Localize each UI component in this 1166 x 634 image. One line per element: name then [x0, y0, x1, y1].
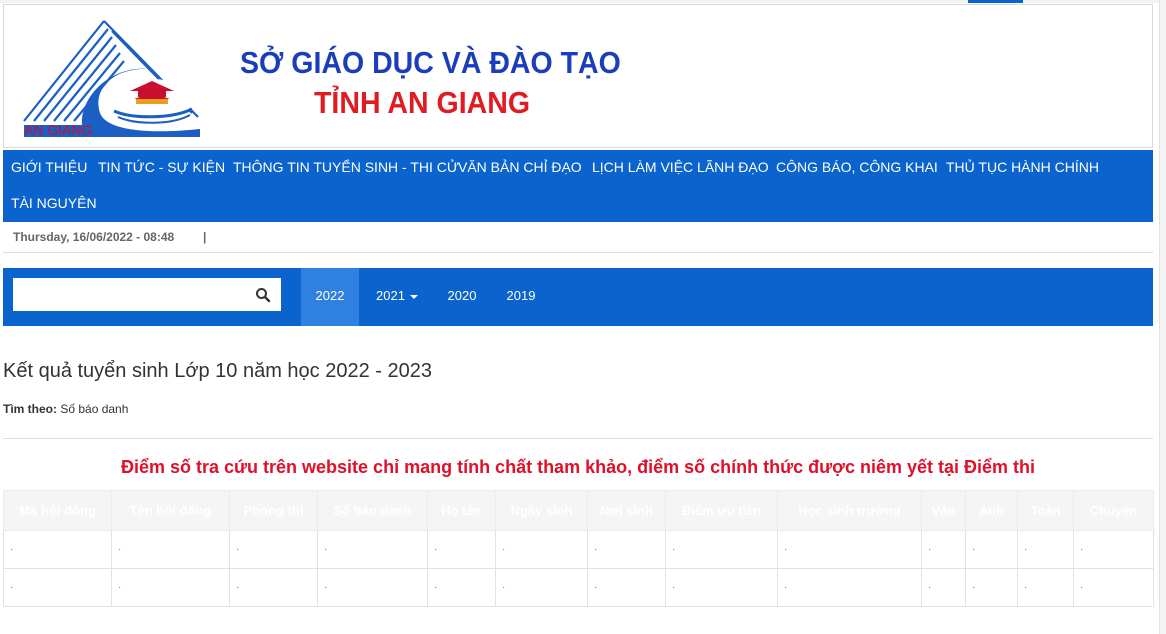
tab-year-2020[interactable]: 2020 — [435, 268, 489, 326]
search-bar: 2022 2021 2020 2019 — [3, 268, 1153, 326]
nav-item-cong-bao[interactable]: CÔNG BÁO, CÔNG KHAI — [776, 159, 938, 175]
table-cell: · — [229, 568, 318, 607]
table-cell: · — [1073, 530, 1154, 569]
col-ten-hoi-dong: Tên hội đồng — [111, 490, 230, 531]
table-cell: · — [427, 530, 496, 569]
table-cell: · — [111, 530, 230, 569]
table-cell: · — [1017, 530, 1074, 569]
an-giang-logo[interactable]: AN GIANG — [22, 17, 204, 141]
table-cell: · — [111, 568, 230, 607]
table-cell: · — [317, 568, 428, 607]
col-ma-hoi-dong: Mã hội đồng — [3, 490, 112, 531]
table-cell: · — [317, 530, 428, 569]
col-ho-ten: Họ tên — [427, 490, 496, 531]
tab-year-2020-label: 2020 — [447, 288, 477, 303]
results-table: Mã hội đồng Tên hội đồng Phòng thi Số bá… — [3, 490, 1154, 607]
nav-item-gioi-thieu[interactable]: GIỚI THIỆU — [11, 159, 87, 175]
table-cell: · — [921, 530, 966, 569]
col-hoc-sinh-truong: Học sinh trường — [777, 490, 922, 531]
table-row: · · · · · · · · · · · · · — [3, 568, 1154, 607]
table-row: · · · · · · · · · · · · · — [3, 530, 1154, 569]
search-input[interactable] — [13, 278, 243, 311]
table-cell: · — [1017, 568, 1074, 607]
tab-year-2021-dropdown[interactable]: 2021 — [361, 268, 433, 326]
table-cell: · — [587, 568, 666, 607]
tab-year-2019[interactable]: 2019 — [493, 268, 549, 326]
col-diem-uu-tien: Điểm ưu tiên — [665, 490, 778, 531]
scrollbar[interactable] — [1159, 0, 1166, 634]
table-cell: · — [777, 568, 922, 607]
col-van: Văn — [921, 490, 966, 531]
banner-title-line2: TỈNH AN GIANG — [314, 85, 531, 120]
search-by: Tìm theo: Số báo danh — [3, 402, 128, 416]
tab-year-2021-label: 2021 — [376, 288, 405, 303]
search-by-value: Số báo danh — [60, 402, 129, 416]
nav-item-tuyen-sinh[interactable]: THÔNG TIN TUYỂN SINH - THI CỬ — [233, 159, 459, 175]
nav-item-van-ban[interactable]: VĂN BẢN CHỈ ĐẠO — [458, 159, 582, 175]
site-banner: AN GIANG SỞ GIÁO DỤC VÀ ĐÀO TẠO TỈNH AN … — [3, 4, 1153, 148]
table-cell: · — [965, 530, 1018, 569]
disclaimer-notice: Điểm số tra cứu trên website chỉ mang tí… — [120, 457, 1036, 477]
table-cell: · — [3, 568, 112, 607]
page-title: Kết quả tuyển sinh Lớp 10 năm học 2022 -… — [3, 360, 432, 382]
table-cell: · — [495, 530, 588, 569]
col-noi-sinh: Nơi sinh — [587, 490, 666, 531]
divider — [3, 438, 1153, 439]
nav-item-tin-tuc[interactable]: TIN TỨC - SỰ KIỆN — [98, 159, 225, 175]
banner-title-line1: SỞ GIÁO DỤC VÀ ĐÀO TẠO — [240, 45, 621, 80]
top-strip — [0, 0, 1166, 3]
col-anh: Anh — [965, 490, 1018, 531]
tab-year-2019-label: 2019 — [506, 288, 536, 303]
table-cell: · — [587, 530, 666, 569]
current-date: Thursday, 16/06/2022 - 08:48 — [13, 230, 175, 244]
date-bar: Thursday, 16/06/2022 - 08:48 | — [3, 222, 1153, 253]
table-cell: · — [427, 568, 496, 607]
top-strip-accent — [968, 0, 1023, 3]
table-cell: · — [3, 530, 112, 569]
chevron-down-icon — [409, 294, 418, 299]
nav-item-tai-nguyen[interactable]: TÀI NGUYÊN — [11, 195, 97, 211]
main-navigation: GIỚI THIỆU TIN TỨC - SỰ KIỆN THÔNG TIN T… — [3, 150, 1153, 222]
table-header-row: Mã hội đồng Tên hội đồng Phòng thi Số bá… — [3, 490, 1154, 531]
table-cell: · — [921, 568, 966, 607]
nav-item-thu-tuc[interactable]: THỦ TỤC HÀNH CHÍNH — [946, 159, 1099, 175]
logo-text: AN GIANG — [24, 122, 92, 138]
table-cell: · — [777, 530, 922, 569]
col-ngay-sinh: Ngày sinh — [495, 490, 588, 531]
col-phong-thi: Phòng thi — [229, 490, 318, 531]
table-cell: · — [665, 568, 778, 607]
tab-year-2022[interactable]: 2022 — [301, 268, 359, 326]
table-cell: · — [495, 568, 588, 607]
col-chuyen: Chuyên — [1073, 490, 1154, 531]
search-by-label: Tìm theo: — [3, 402, 57, 416]
col-toan: Toán — [1017, 490, 1074, 531]
table-cell: · — [965, 568, 1018, 607]
search-icon[interactable] — [255, 287, 271, 303]
table-cell: · — [1073, 568, 1154, 607]
search-box — [13, 278, 281, 311]
table-cell: · — [229, 530, 318, 569]
nav-item-lich-lam-viec[interactable]: LỊCH LÀM VIỆC LÃNH ĐẠO — [592, 159, 769, 175]
tab-year-2022-label: 2022 — [315, 288, 345, 303]
table-cell: · — [665, 530, 778, 569]
col-so-bao-danh: Số báo danh — [317, 490, 428, 531]
date-separator: | — [203, 230, 207, 244]
